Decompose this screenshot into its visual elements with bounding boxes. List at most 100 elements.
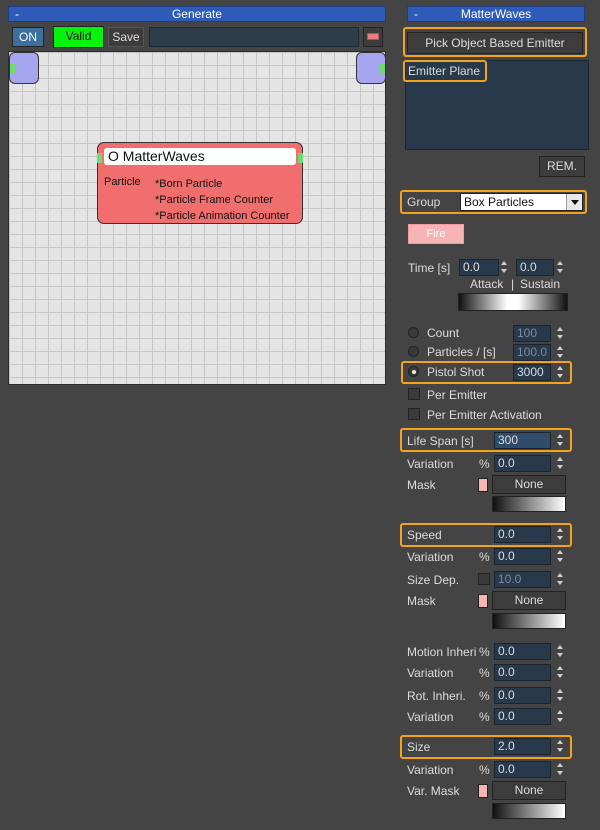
pistol-shot-input[interactable]: 3000 — [513, 364, 551, 381]
fire-button[interactable]: Fire — [408, 224, 464, 244]
pistol-shot-radio[interactable] — [408, 366, 419, 377]
rot-variation-spinner-arrows[interactable] — [556, 708, 565, 725]
rollout-title-text: Generate — [171, 7, 223, 21]
collapse-icon[interactable]: - — [15, 7, 19, 21]
output-socket[interactable] — [380, 63, 385, 73]
name-field[interactable] — [149, 27, 359, 47]
pick-emitter-button[interactable]: Pick Object Based Emitter — [407, 32, 583, 54]
graph-toolbar: ON Valid Save — [8, 23, 386, 51]
close-icon — [367, 33, 379, 40]
life-span-variation-spinner-arrows[interactable] — [556, 455, 565, 472]
life-span-mask-button[interactable]: None — [492, 475, 566, 494]
input-socket[interactable] — [10, 63, 15, 73]
size-mask-color-swatch[interactable] — [478, 784, 488, 798]
size-spinner-arrows[interactable] — [556, 738, 565, 755]
collapse-icon[interactable]: - — [414, 7, 418, 21]
count-spinner-arrows[interactable] — [556, 325, 565, 342]
size-variation-spinner-arrows[interactable] — [556, 761, 565, 778]
save-button[interactable]: Save — [108, 27, 144, 47]
motion-inherit-input[interactable]: 0.0 — [494, 643, 551, 660]
group-dropdown[interactable]: Box Particles — [460, 193, 583, 211]
speed-variation-spinner-arrows[interactable] — [556, 548, 565, 565]
speed-mask-gradient[interactable] — [492, 613, 566, 629]
node-category: Particle — [104, 176, 141, 188]
output-node[interactable] — [356, 52, 386, 84]
close-button[interactable] — [363, 27, 383, 47]
node-output-frame-counter[interactable]: *Particle Frame Counter — [155, 192, 290, 208]
node-output-pin[interactable] — [298, 153, 303, 163]
percent-symbol: % — [479, 689, 490, 703]
size-dep-checkbox[interactable] — [478, 573, 490, 585]
pistol-shot-label: Pistol Shot — [427, 365, 485, 379]
size-input[interactable]: 2.0 — [494, 738, 551, 755]
life-span-mask-gradient[interactable] — [492, 496, 566, 512]
life-span-mask-color-swatch[interactable] — [478, 478, 488, 492]
life-span-input[interactable]: 300 — [494, 432, 551, 449]
chevron-down-icon[interactable] — [566, 194, 582, 210]
speed-spinner-arrows[interactable] — [556, 526, 565, 543]
matterwaves-node[interactable]: O MatterWaves Particle *Born Particle *P… — [97, 142, 303, 224]
size-mask-gradient[interactable] — [492, 803, 566, 819]
size-variation-input[interactable]: 0.0 — [494, 761, 551, 778]
per-emitter-activation-label: Per Emitter Activation — [427, 408, 542, 422]
speed-variation-input[interactable]: 0.0 — [494, 548, 551, 565]
rollout-title-text: MatterWaves — [460, 7, 532, 21]
input-node[interactable] — [9, 52, 39, 84]
life-span-spinner-arrows[interactable] — [556, 432, 565, 449]
matterwaves-rollout-title[interactable]: - MatterWaves — [407, 6, 585, 22]
rot-inherit-input[interactable]: 0.0 — [494, 687, 551, 704]
percent-symbol: % — [479, 710, 490, 724]
time-envelope-gradient[interactable] — [458, 293, 568, 311]
attack-label: Attack — [470, 277, 504, 291]
attack-input[interactable]: 0.0 — [459, 259, 499, 276]
attack-spinner-arrows[interactable] — [500, 259, 509, 276]
size-label: Size — [407, 740, 431, 754]
speed-mask-color-swatch[interactable] — [478, 594, 488, 608]
percent-symbol: % — [479, 763, 490, 777]
on-button[interactable]: ON — [12, 27, 44, 47]
speed-label: Speed — [407, 528, 442, 542]
valid-button[interactable]: Valid — [53, 26, 104, 48]
node-output-animation-counter[interactable]: *Particle Animation Counter — [155, 208, 290, 224]
motion-variation-label: Variation — [407, 666, 454, 680]
size-dep-input[interactable]: 10.0 — [494, 571, 551, 588]
pistol-shot-spinner-arrows[interactable] — [556, 364, 565, 381]
size-mask-button[interactable]: None — [492, 781, 566, 800]
emitter-list-item[interactable]: Emitter Plane — [408, 64, 480, 78]
motion-variation-spinner-arrows[interactable] — [556, 664, 565, 681]
particles-per-second-radio[interactable] — [408, 346, 419, 357]
sustain-label: Sustain — [520, 277, 561, 291]
node-graph-canvas[interactable]: O MatterWaves Particle *Born Particle *P… — [8, 51, 386, 385]
life-span-variation-label: Variation — [407, 457, 454, 471]
particles-per-second-spinner-arrows[interactable] — [556, 344, 565, 361]
speed-input[interactable]: 0.0 — [494, 526, 551, 543]
life-span-variation-input[interactable]: 0.0 — [494, 455, 551, 472]
time-label: Time [s] — [408, 261, 451, 275]
node-output-born-particle[interactable]: *Born Particle — [155, 176, 290, 192]
size-dep-spinner-arrows[interactable] — [556, 571, 565, 588]
motion-inherit-label: Motion Inheri — [407, 645, 477, 659]
percent-symbol: % — [479, 666, 490, 680]
per-emitter-checkbox[interactable] — [408, 388, 420, 400]
generate-rollout-title[interactable]: - Generate — [8, 6, 386, 22]
group-dropdown-value: Box Particles — [464, 195, 535, 209]
remove-emitter-button[interactable]: REM. — [539, 156, 585, 177]
count-input[interactable]: 100 — [513, 325, 551, 342]
rot-variation-input[interactable]: 0.0 — [494, 708, 551, 725]
per-emitter-label: Per Emitter — [427, 388, 488, 402]
motion-variation-input[interactable]: 0.0 — [494, 664, 551, 681]
particles-per-second-input[interactable]: 100.0 — [513, 344, 551, 361]
sustain-spinner-arrows[interactable] — [556, 259, 565, 276]
speed-mask-button[interactable]: None — [492, 591, 566, 610]
motion-inherit-spinner-arrows[interactable] — [556, 643, 565, 660]
size-dep-label: Size Dep. — [407, 573, 460, 587]
per-emitter-activation-checkbox[interactable] — [408, 408, 420, 420]
rot-inherit-label: Rot. Inheri. — [407, 689, 466, 703]
percent-symbol: % — [479, 550, 490, 564]
count-radio[interactable] — [408, 327, 419, 338]
percent-symbol: % — [479, 457, 490, 471]
rot-inherit-spinner-arrows[interactable] — [556, 687, 565, 704]
node-input-pin[interactable] — [97, 153, 102, 163]
sustain-input[interactable]: 0.0 — [516, 259, 554, 276]
life-span-mask-label: Mask — [407, 478, 436, 492]
